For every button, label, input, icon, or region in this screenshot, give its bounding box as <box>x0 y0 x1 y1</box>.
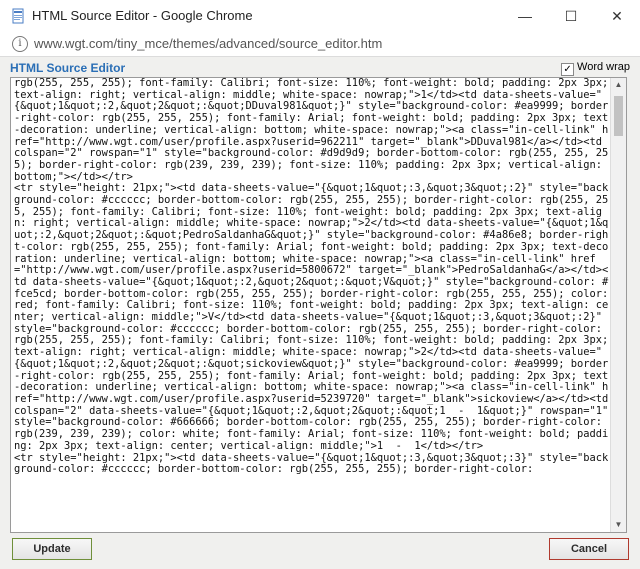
scroll-up-arrow-icon[interactable]: ▲ <box>611 78 626 92</box>
info-icon[interactable]: i <box>12 36 28 52</box>
vertical-scrollbar[interactable]: ▲ ▼ <box>610 78 626 532</box>
address-bar: i www.wgt.com/tiny_mce/themes/advanced/s… <box>0 32 640 57</box>
scroll-thumb[interactable] <box>614 96 623 136</box>
cancel-button[interactable]: Cancel <box>549 538 629 560</box>
word-wrap-label: Word wrap <box>577 61 630 73</box>
maximize-button[interactable]: ☐ <box>548 0 594 32</box>
scroll-down-arrow-icon[interactable]: ▼ <box>611 518 626 532</box>
source-textarea[interactable]: rgb(255, 255, 255); font-family: Calibri… <box>10 77 627 533</box>
url-text[interactable]: www.wgt.com/tiny_mce/themes/advanced/sou… <box>34 36 382 51</box>
document-icon <box>12 8 24 24</box>
window-title: HTML Source Editor - Google Chrome <box>32 8 253 23</box>
word-wrap-checkbox[interactable]: ✓ <box>561 63 575 76</box>
editor-title: HTML Source Editor <box>10 61 126 75</box>
update-button[interactable]: Update <box>12 538 92 560</box>
minimize-button[interactable]: — <box>502 0 548 32</box>
source-code[interactable]: rgb(255, 255, 255); font-family: Calibri… <box>14 78 612 476</box>
title-bar: HTML Source Editor - Google Chrome — ☐ ✕ <box>0 0 640 33</box>
word-wrap-toggle[interactable]: ✓ Word wrap <box>561 61 630 76</box>
close-button[interactable]: ✕ <box>594 0 640 32</box>
source-editor-panel: HTML Source Editor ✓ Word wrap rgb(255, 2… <box>0 57 640 569</box>
